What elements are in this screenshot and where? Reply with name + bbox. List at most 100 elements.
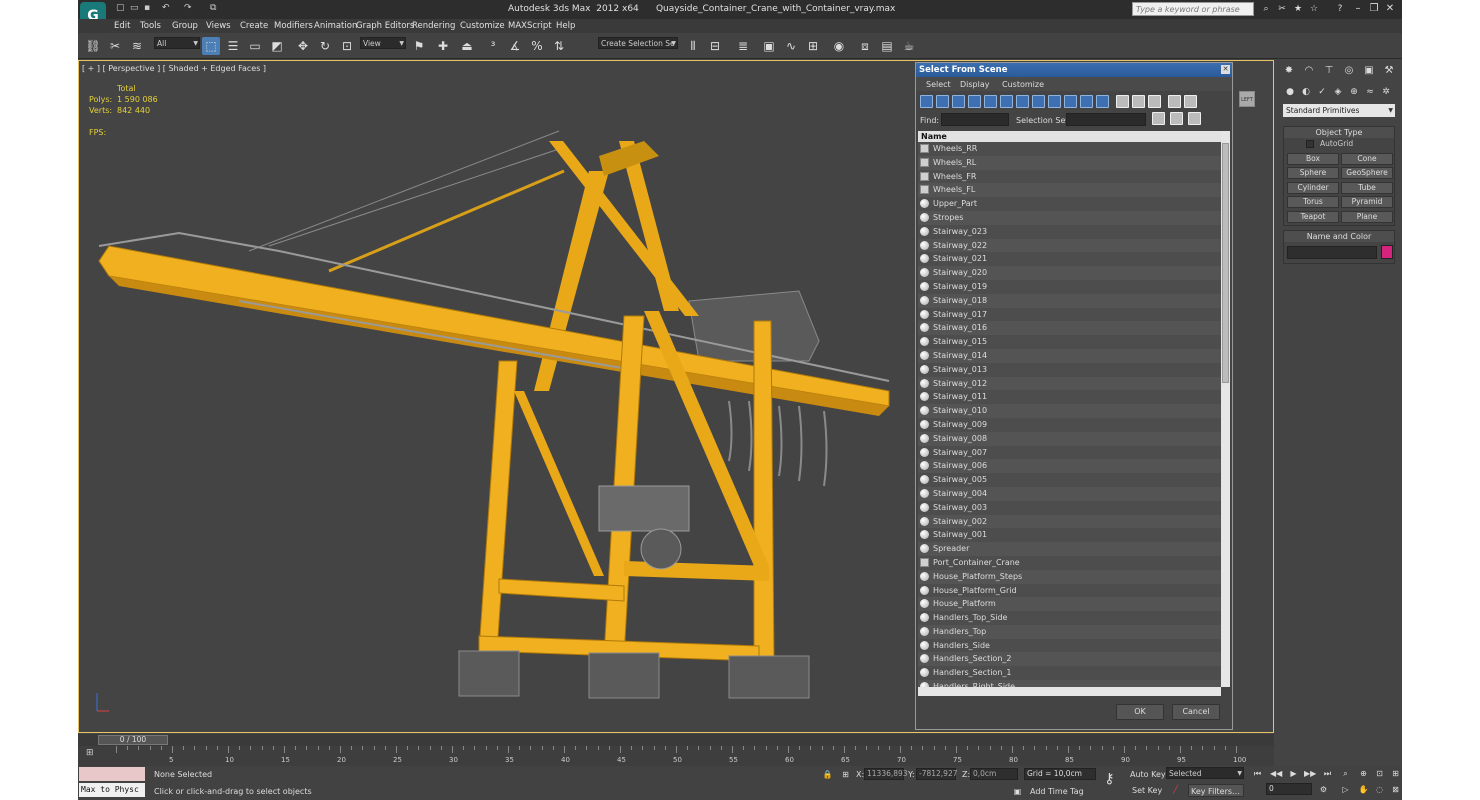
menu-group[interactable]: Group bbox=[172, 21, 198, 31]
modify-tab-icon[interactable]: ◠ bbox=[1302, 64, 1316, 78]
list-item[interactable]: Stairway_018 bbox=[918, 293, 1221, 308]
curve-editor-icon[interactable]: ∿ bbox=[782, 37, 800, 55]
display-shapes-icon[interactable] bbox=[936, 95, 949, 108]
list-item[interactable]: Stairway_007 bbox=[918, 446, 1221, 460]
list-item[interactable]: Handlers_Side bbox=[918, 639, 1221, 653]
cylinder-button[interactable]: Cylinder bbox=[1287, 182, 1339, 194]
list-item[interactable]: Stairway_001 bbox=[918, 528, 1221, 542]
menu-help[interactable]: Help bbox=[556, 21, 575, 31]
object-type-title[interactable]: Object Type bbox=[1284, 127, 1394, 138]
scale-icon[interactable]: ⊡ bbox=[338, 37, 356, 55]
reference-coordinate-select[interactable]: View bbox=[360, 37, 406, 49]
list-item[interactable]: Stairway_013 bbox=[918, 363, 1221, 377]
maxscript-mini-listener-output[interactable] bbox=[79, 767, 145, 781]
project-folder-icon[interactable]: ⧉ bbox=[210, 3, 222, 15]
go-to-end-icon[interactable]: ⏭ bbox=[1322, 768, 1333, 779]
helpers-icon[interactable]: ⊕ bbox=[1348, 86, 1360, 98]
list-item[interactable]: Stairway_015 bbox=[918, 335, 1221, 349]
display-containers-icon[interactable] bbox=[1064, 95, 1077, 108]
tube-button[interactable]: Tube bbox=[1341, 182, 1393, 194]
time-slider[interactable]: 0 / 100 bbox=[98, 735, 168, 745]
list-item[interactable]: Wheels_FR bbox=[918, 170, 1221, 184]
menu-modifiers[interactable]: Modifiers bbox=[274, 21, 313, 31]
spinner-snap-icon[interactable]: ⇅ bbox=[550, 37, 568, 55]
key-mode-icon[interactable]: ╱ bbox=[1170, 784, 1181, 795]
list-item[interactable]: Stairway_023 bbox=[918, 225, 1221, 239]
mirror-icon[interactable]: ⫴ bbox=[684, 37, 702, 55]
rendered-frame-icon[interactable]: ▤ bbox=[878, 37, 896, 55]
cancel-button[interactable]: Cancel bbox=[1172, 704, 1220, 720]
filter-icon[interactable] bbox=[1168, 95, 1181, 108]
render-production-icon[interactable]: ☕ bbox=[900, 37, 918, 55]
display-tab-icon[interactable]: ▣ bbox=[1362, 64, 1376, 78]
list-item[interactable]: Wheels_RR bbox=[918, 142, 1221, 156]
list-item[interactable]: Upper_Part bbox=[918, 197, 1221, 211]
display-invert-icon[interactable] bbox=[1148, 95, 1161, 108]
zoom-icon[interactable]: ⌕ bbox=[1340, 768, 1351, 779]
motion-tab-icon[interactable]: ◎ bbox=[1342, 64, 1356, 78]
list-item[interactable]: Stairway_009 bbox=[918, 418, 1221, 432]
list-item[interactable]: Port_Container_Crane bbox=[918, 556, 1221, 570]
list-item[interactable]: Stairway_017 bbox=[918, 308, 1221, 322]
filter-options-icon[interactable] bbox=[1184, 95, 1197, 108]
geosphere-button[interactable]: GeoSphere bbox=[1341, 167, 1393, 179]
maximize-viewport-icon[interactable]: ⊠ bbox=[1390, 784, 1401, 795]
object-category-select[interactable]: Standard Primitives bbox=[1283, 104, 1395, 117]
bind-space-warp-icon[interactable]: ≋ bbox=[128, 37, 146, 55]
lights-icon[interactable]: ✓ bbox=[1316, 86, 1328, 98]
display-lights-icon[interactable] bbox=[952, 95, 965, 108]
list-item[interactable]: Handlers_Top_Side bbox=[918, 611, 1221, 625]
display-helpers-icon[interactable] bbox=[984, 95, 997, 108]
go-to-start-icon[interactable]: ⏮ bbox=[1252, 768, 1263, 779]
menu-animation[interactable]: Animation bbox=[314, 21, 357, 31]
list-item[interactable]: Stairway_021 bbox=[918, 252, 1221, 266]
auto-key-button[interactable]: Auto Key bbox=[1128, 768, 1166, 781]
edit-selection-set-icon[interactable] bbox=[1170, 112, 1183, 125]
list-item[interactable]: Wheels_RL bbox=[918, 155, 1221, 170]
time-slider-bar[interactable]: 0 / 100 bbox=[78, 734, 1274, 746]
dialog-menu-select[interactable]: Select bbox=[926, 80, 951, 89]
list-item[interactable]: Stairway_010 bbox=[918, 404, 1221, 418]
maxscript-mini-listener-input[interactable]: Max to Physc bbox=[79, 783, 145, 797]
pyramid-button[interactable]: Pyramid bbox=[1341, 196, 1393, 208]
time-tag-icon[interactable]: ▣ bbox=[1012, 786, 1023, 797]
absolute-mode-icon[interactable]: ⊞ bbox=[840, 769, 851, 780]
menu-edit[interactable]: Edit bbox=[114, 21, 130, 31]
list-item[interactable]: Handlers_Section_2 bbox=[918, 652, 1221, 667]
zoom-extents-icon[interactable]: ⊡ bbox=[1374, 768, 1385, 779]
list-item[interactable]: Stairway_014 bbox=[918, 348, 1221, 363]
find-input[interactable] bbox=[941, 113, 1009, 126]
key-filters-button[interactable]: Key Filters... bbox=[1188, 784, 1244, 797]
redo-icon[interactable]: ↷ bbox=[184, 3, 196, 15]
shapes-icon[interactable]: ◐ bbox=[1300, 86, 1312, 98]
systems-icon[interactable]: ✲ bbox=[1380, 86, 1392, 98]
list-item[interactable]: House_Platform bbox=[918, 597, 1221, 612]
communication-icon[interactable]: ★ bbox=[1292, 3, 1304, 15]
percent-snap-icon[interactable]: % bbox=[528, 37, 546, 55]
open-file-icon[interactable]: ▭ bbox=[130, 3, 142, 15]
dialog-menu-customize[interactable]: Customize bbox=[1002, 80, 1044, 89]
teapot-button[interactable]: Teapot bbox=[1287, 211, 1339, 223]
minimize-icon[interactable]: – bbox=[1352, 3, 1364, 15]
search-input[interactable]: Type a keyword or phrase bbox=[1132, 2, 1254, 16]
align-icon[interactable]: ⊟ bbox=[706, 37, 724, 55]
x-coord-input[interactable]: 11336,893 bbox=[864, 768, 908, 780]
remove-selection-set-icon[interactable] bbox=[1188, 112, 1201, 125]
list-item[interactable]: Handlers_Right_Side bbox=[918, 680, 1221, 687]
binoculars-icon[interactable]: ⌕ bbox=[1260, 3, 1272, 15]
display-groups-icon[interactable] bbox=[1016, 95, 1029, 108]
menu-views[interactable]: Views bbox=[206, 21, 231, 31]
display-space-warps-icon[interactable] bbox=[1000, 95, 1013, 108]
undo-icon[interactable]: ↶ bbox=[162, 3, 174, 15]
schematic-view-icon[interactable]: ⊞ bbox=[804, 37, 822, 55]
ok-button[interactable]: OK bbox=[1116, 704, 1164, 720]
track-bar[interactable]: ⊞ 5 10 15 20 25 30 35 40 45 50 55 60 65 70 75 80 85 90 95 1… bbox=[78, 746, 1274, 766]
orbit-icon[interactable]: ◌ bbox=[1374, 784, 1385, 795]
menu-maxscript[interactable]: MAXScript bbox=[508, 21, 552, 31]
create-tab-icon[interactable]: ✸ bbox=[1282, 64, 1296, 78]
list-item[interactable]: Stairway_006 bbox=[918, 459, 1221, 474]
keyboard-shortcut-icon[interactable]: ⏏ bbox=[458, 37, 476, 55]
list-item[interactable]: Stairway_016 bbox=[918, 321, 1221, 336]
select-by-name-icon[interactable]: ☰ bbox=[224, 37, 242, 55]
zoom-extents-all-icon[interactable]: ⊞ bbox=[1390, 768, 1401, 779]
